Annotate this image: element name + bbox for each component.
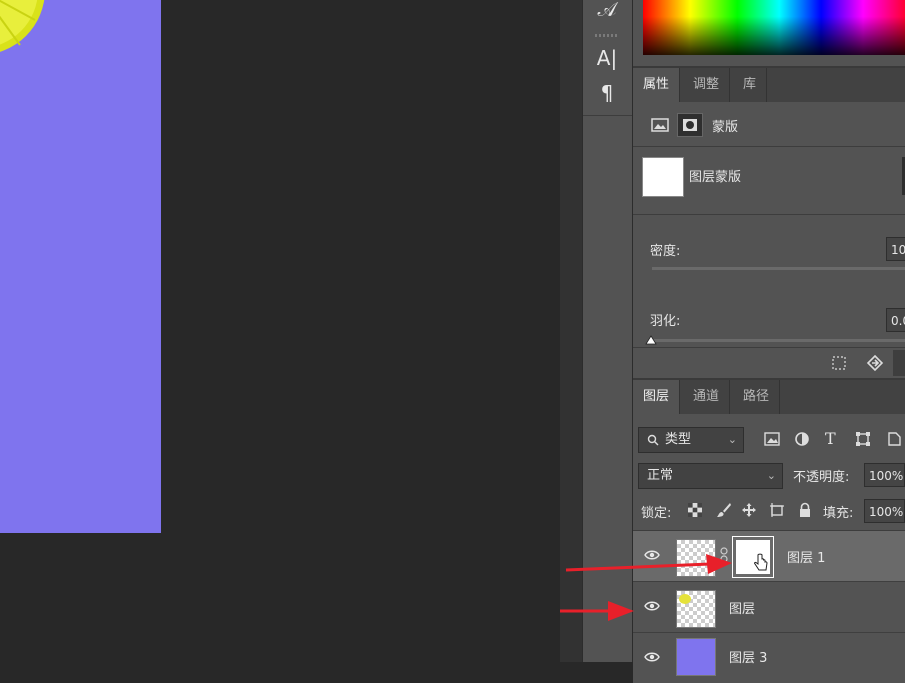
annotation-arrows — [560, 554, 732, 621]
layer-thumbnail[interactable] — [676, 638, 716, 676]
layers-tabbar: 图层 通道 路径 — [633, 380, 905, 414]
lock-transparent-pixels-icon[interactable] — [687, 502, 703, 518]
text-tool-icon[interactable]: A| — [591, 43, 623, 73]
filter-pixel-icon[interactable] — [764, 431, 780, 447]
layer-filter-dropdown[interactable]: 类型 ⌄ — [638, 427, 744, 453]
paragraph-panel-icon[interactable]: ¶ — [591, 78, 623, 108]
lock-artboard-icon[interactable] — [769, 502, 785, 518]
mask-action-edge — [893, 350, 905, 376]
lock-position-icon[interactable] — [741, 502, 757, 518]
mask-circle-icon — [683, 119, 697, 131]
divider — [633, 146, 905, 147]
filter-type-icon[interactable]: T — [825, 429, 836, 448]
layer-name[interactable]: 图层 1 — [787, 547, 825, 566]
divider — [633, 214, 905, 215]
divider — [633, 347, 905, 348]
tab-properties[interactable]: 属性 — [633, 68, 681, 102]
fill-input[interactable]: 100% — [864, 499, 905, 523]
blend-mode-dropdown[interactable]: 正常 ⌄ — [638, 463, 783, 489]
strip-divider — [583, 115, 632, 116]
feather-input[interactable]: 0.0 — [886, 308, 905, 332]
panel-grip[interactable] — [595, 34, 619, 37]
document-canvas[interactable] — [0, 0, 161, 533]
filter-shape-icon[interactable] — [855, 431, 871, 447]
chevron-down-icon: ⌄ — [727, 433, 737, 446]
filter-smart-object-icon[interactable] — [886, 431, 902, 447]
density-input[interactable]: 10 — [886, 237, 905, 261]
opacity-input[interactable]: 100% — [864, 463, 905, 487]
lock-label: 锁定: — [641, 506, 672, 521]
load-selection-icon[interactable] — [831, 355, 847, 371]
feather-slider-handle[interactable] — [645, 335, 657, 345]
lock-image-pixels-icon[interactable] — [716, 502, 732, 518]
character-panel-icon[interactable]: 𝒜 — [591, 0, 623, 24]
lock-all-icon[interactable] — [797, 502, 813, 518]
feather-label: 羽化: — [650, 314, 681, 329]
lemon-slice-image — [0, 0, 45, 52]
tab-paths[interactable]: 路径 — [733, 380, 781, 414]
color-spectrum-picker[interactable] — [643, 0, 905, 55]
pixel-mask-icon[interactable] — [651, 117, 669, 133]
layer-filter-label: 类型 — [665, 432, 692, 447]
chevron-down-icon: ⌄ — [766, 469, 776, 482]
filter-adjustment-icon[interactable] — [794, 431, 810, 447]
visibility-eye-icon[interactable] — [644, 651, 660, 663]
opacity-label: 不透明度: — [793, 470, 850, 485]
layer-name[interactable]: 图层 3 — [729, 647, 767, 666]
mask-label: 蒙版 — [712, 120, 739, 135]
hand-cursor-icon — [754, 553, 768, 571]
tab-layers[interactable]: 图层 — [633, 380, 681, 414]
feather-slider[interactable] — [652, 339, 905, 342]
search-icon — [647, 434, 659, 446]
tab-channels[interactable]: 通道 — [683, 380, 731, 414]
density-label: 密度: — [650, 244, 681, 259]
fill-label: 填充: — [823, 506, 854, 521]
layer-mask-button[interactable] — [677, 113, 703, 137]
blend-mode-value: 正常 — [647, 468, 674, 483]
layer-mask-label: 图层蒙版 — [689, 170, 742, 185]
layer-row-3[interactable]: 图层 3 — [633, 633, 905, 683]
density-slider[interactable] — [652, 267, 905, 270]
apply-mask-icon[interactable] — [866, 354, 884, 372]
tab-adjustments[interactable]: 调整 — [683, 68, 731, 102]
arrow-to-mask-icon — [565, 554, 732, 574]
tab-libraries[interactable]: 库 — [733, 68, 768, 102]
arrow-to-layer-icon — [560, 601, 634, 621]
properties-tabbar: 属性 调整 库 — [633, 68, 905, 102]
layer-mask-thumbnail[interactable] — [642, 157, 684, 197]
